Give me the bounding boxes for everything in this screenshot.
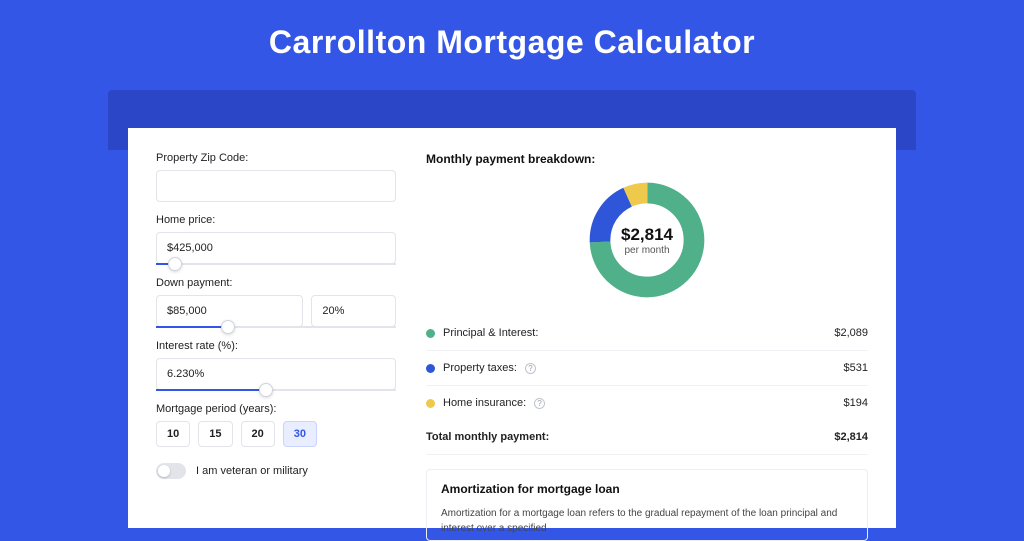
home-price-input[interactable] bbox=[156, 232, 396, 264]
mortgage-period-label: Mortgage period (years): bbox=[156, 403, 396, 415]
breakdown-row: Principal & Interest: $2,089 bbox=[426, 316, 868, 351]
breakdown-row: Home insurance:? $194 bbox=[426, 386, 868, 420]
home-price-label: Home price: bbox=[156, 214, 396, 226]
period-option-15[interactable]: 15 bbox=[198, 421, 232, 447]
amortization-text: Amortization for a mortgage loan refers … bbox=[441, 506, 853, 536]
breakdown-row: Property taxes:? $531 bbox=[426, 351, 868, 386]
donut-chart-wrap: $2,814 per month bbox=[426, 178, 868, 302]
total-row: Total monthly payment: $2,814 bbox=[426, 420, 868, 455]
period-option-30[interactable]: 30 bbox=[283, 421, 317, 447]
zip-label: Property Zip Code: bbox=[156, 152, 396, 164]
zip-input[interactable] bbox=[156, 170, 396, 202]
legend-dot-icon bbox=[426, 364, 435, 373]
breakdown-title: Monthly payment breakdown: bbox=[426, 152, 868, 166]
help-icon[interactable]: ? bbox=[534, 398, 545, 409]
breakdown-value: $531 bbox=[844, 362, 868, 374]
interest-rate-input[interactable] bbox=[156, 358, 396, 390]
period-option-20[interactable]: 20 bbox=[241, 421, 275, 447]
legend-dot-icon bbox=[426, 329, 435, 338]
legend-dot-icon bbox=[426, 399, 435, 408]
breakdown-column: Monthly payment breakdown: $2,814 per mo… bbox=[426, 152, 868, 518]
donut-center-sub: per month bbox=[624, 245, 669, 256]
total-label: Total monthly payment: bbox=[426, 431, 549, 443]
inputs-column: Property Zip Code: Home price: Down paym… bbox=[156, 152, 396, 518]
total-value: $2,814 bbox=[834, 431, 868, 443]
veteran-toggle[interactable] bbox=[156, 463, 186, 479]
donut-center-amount: $2,814 bbox=[621, 225, 673, 245]
breakdown-label: Property taxes: bbox=[443, 362, 517, 374]
breakdown-value: $2,089 bbox=[834, 327, 868, 339]
down-payment-percent-input[interactable] bbox=[311, 295, 396, 327]
period-option-10[interactable]: 10 bbox=[156, 421, 190, 447]
help-icon[interactable]: ? bbox=[525, 363, 536, 374]
amortization-card: Amortization for mortgage loan Amortizat… bbox=[426, 469, 868, 541]
breakdown-value: $194 bbox=[844, 397, 868, 409]
donut-chart: $2,814 per month bbox=[585, 178, 709, 302]
calculator-card: Property Zip Code: Home price: Down paym… bbox=[128, 128, 896, 528]
down-payment-label: Down payment: bbox=[156, 277, 396, 289]
breakdown-label: Principal & Interest: bbox=[443, 327, 538, 339]
page-title: Carrollton Mortgage Calculator bbox=[0, 0, 1024, 79]
home-price-slider[interactable] bbox=[156, 263, 396, 265]
interest-rate-slider[interactable] bbox=[156, 389, 396, 391]
amortization-title: Amortization for mortgage loan bbox=[441, 482, 853, 496]
veteran-toggle-label: I am veteran or military bbox=[196, 465, 308, 477]
interest-rate-label: Interest rate (%): bbox=[156, 340, 396, 352]
down-payment-slider[interactable] bbox=[156, 326, 396, 328]
mortgage-period-options: 10 15 20 30 bbox=[156, 421, 396, 447]
breakdown-label: Home insurance: bbox=[443, 397, 526, 409]
